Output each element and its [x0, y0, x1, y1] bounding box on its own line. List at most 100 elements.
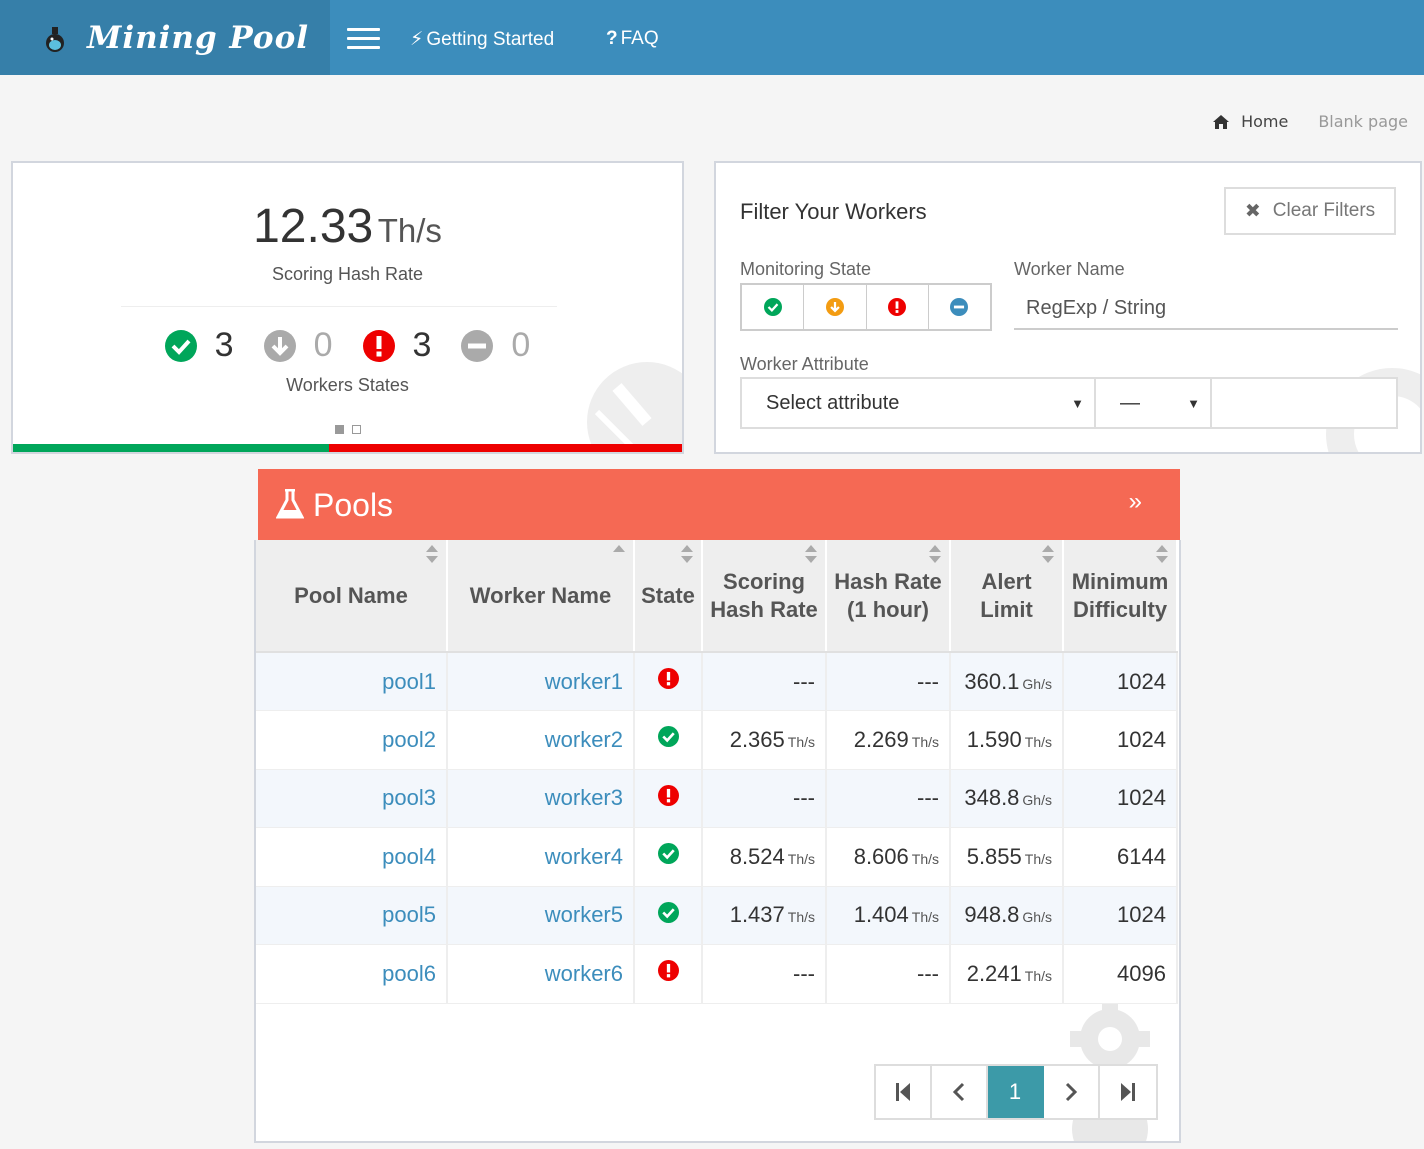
speedometer-icon [587, 362, 682, 452]
pools-table: Pool Name Worker Name State Scoring Hash… [256, 540, 1178, 1004]
pools-table-body: pool1 worker1 --- --- 360.1 Gh/s 1024 pool2 work… [256, 652, 1178, 1004]
caret-down-icon: ▼ [1071, 395, 1084, 411]
worker-name-cell: worker3 [447, 769, 635, 828]
carousel-dot-2[interactable] [351, 425, 361, 434]
flask-icon [276, 489, 304, 519]
exclamation-circle-icon [888, 298, 907, 316]
col-state[interactable]: State [634, 540, 703, 653]
min-difficulty-cell: 4096 [1063, 944, 1178, 1004]
sort-icon [805, 545, 817, 563]
breadcrumb-current: Blank page [1318, 112, 1408, 131]
pools-panel-header: Pools » [258, 469, 1180, 540]
skip-last-icon [1121, 1083, 1135, 1101]
page-button-current[interactable]: 1 [988, 1066, 1044, 1118]
pool-name-cell: pool5 [256, 886, 448, 945]
monitoring-state-buttons [740, 283, 992, 331]
filter-ok-button[interactable] [742, 285, 805, 329]
double-chevron-right-icon[interactable]: » [1129, 488, 1142, 516]
pool-link[interactable]: pool3 [382, 785, 436, 810]
breadcrumb-home[interactable]: Home [1213, 112, 1288, 131]
pool-link[interactable]: pool5 [382, 902, 436, 927]
skip-first-icon [896, 1083, 910, 1101]
hash-rate-cell: 1.404 Th/s [826, 886, 951, 945]
filter-disabled-button[interactable] [928, 285, 990, 329]
table-row: pool1 worker1 --- --- 360.1 Gh/s 1024 [256, 652, 1178, 711]
progress-alert-segment [329, 444, 682, 452]
state-cell [634, 710, 703, 770]
scoring-hash-rate-label: Scoring Hash Rate [271, 264, 424, 284]
last-page-button[interactable] [1100, 1066, 1156, 1118]
alert-limit-cell: 348.8 Gh/s [950, 769, 1064, 828]
worker-name-cell: worker1 [447, 652, 635, 711]
minus-circle-icon [461, 329, 494, 362]
pools-title: Pools [313, 487, 394, 523]
chevron-left-icon [952, 1082, 965, 1102]
filter-down-button[interactable] [804, 285, 867, 329]
check-circle-icon [164, 329, 197, 362]
col-pool-name[interactable]: Pool Name [256, 540, 448, 653]
carousel-indicators [13, 425, 682, 434]
pool-link[interactable]: pool4 [382, 844, 436, 869]
breadcrumb: Home Blank page [1213, 112, 1408, 131]
state-disabled-count: 0 [461, 326, 530, 365]
state-down-count: 0 [263, 326, 333, 365]
pool-link[interactable]: pool2 [382, 727, 436, 752]
worker-link[interactable]: worker4 [545, 844, 623, 869]
min-difficulty-cell: 1024 [1063, 710, 1178, 770]
hash-rate-cell: --- [826, 944, 951, 1004]
filter-alert-button[interactable] [866, 285, 929, 329]
next-page-button[interactable] [1044, 1066, 1100, 1118]
sort-icon [681, 545, 693, 563]
brand[interactable]: Mining Pool [0, 0, 330, 75]
first-page-button[interactable] [876, 1066, 932, 1118]
pagination: 1 [874, 1064, 1158, 1120]
hash-rate-cell: --- [826, 652, 951, 711]
home-icon [1213, 114, 1230, 129]
sort-up-icon [613, 545, 625, 552]
worker-name-cell: worker2 [447, 710, 635, 770]
col-scoring-hash-rate[interactable]: Scoring Hash Rate [702, 540, 827, 653]
operator-select[interactable]: — ▼ [1094, 377, 1212, 429]
progress-ok-segment [13, 444, 330, 452]
arrow-down-circle-icon [825, 298, 844, 316]
col-worker-name[interactable]: Worker Name [447, 540, 635, 653]
menu-toggle-icon[interactable] [347, 28, 380, 50]
arrow-down-circle-icon [263, 329, 296, 362]
table-row: pool2 worker2 2.365 Th/s 2.269 Th/s 1.590 Th/s 1… [256, 710, 1178, 770]
pool-link[interactable]: pool6 [382, 961, 436, 986]
table-header-row: Pool Name Worker Name State Scoring Hash… [256, 540, 1178, 653]
scoring-hash-rate-cell: --- [702, 944, 827, 1004]
sort-icon [929, 545, 941, 563]
worker-name-cell: worker6 [447, 944, 635, 1004]
attribute-value-input[interactable] [1210, 377, 1398, 429]
scoring-hash-rate-cell: 1.437 Th/s [702, 886, 827, 945]
clear-filters-button[interactable]: ✖ Clear Filters [1224, 187, 1396, 235]
table-row: pool4 worker4 8.524 Th/s 8.606 Th/s 5.855 Th/s 6… [256, 827, 1178, 887]
question-icon: ? [606, 28, 618, 49]
worker-link[interactable]: worker6 [545, 961, 623, 986]
col-hash-rate-1h[interactable]: Hash Rate (1 hour) [826, 540, 951, 653]
col-alert-limit[interactable]: Alert Limit [950, 540, 1064, 653]
scoring-hash-rate-cell: 2.365 Th/s [702, 710, 827, 770]
hash-rate-cell: --- [826, 769, 951, 828]
alert-limit-cell: 948.8 Gh/s [950, 886, 1064, 945]
worker-name-input[interactable] [1014, 288, 1398, 330]
col-min-difficulty[interactable]: Minimum Difficulty [1063, 540, 1178, 653]
worker-link[interactable]: worker1 [545, 669, 623, 694]
worker-link[interactable]: worker5 [545, 902, 623, 927]
min-difficulty-cell: 6144 [1063, 827, 1178, 887]
nav-faq[interactable]: ? FAQ [606, 28, 659, 50]
nav-getting-started[interactable]: ⚡ Getting Started [410, 28, 554, 51]
prev-page-button[interactable] [932, 1066, 988, 1118]
workers-states-label: Workers States [286, 375, 409, 395]
exclamation-circle-icon [657, 784, 679, 806]
worker-link[interactable]: worker2 [545, 727, 623, 752]
attribute-select[interactable]: Select attribute ▼ [740, 377, 1096, 429]
carousel-dot-1[interactable] [334, 425, 344, 434]
pool-name-cell: pool3 [256, 769, 448, 828]
table-row: pool3 worker3 --- --- 348.8 Gh/s 1024 [256, 769, 1178, 828]
scoring-hash-rate-cell: 8.524 Th/s [702, 827, 827, 887]
worker-link[interactable]: worker3 [545, 785, 623, 810]
divider [121, 306, 557, 307]
pool-link[interactable]: pool1 [382, 669, 436, 694]
